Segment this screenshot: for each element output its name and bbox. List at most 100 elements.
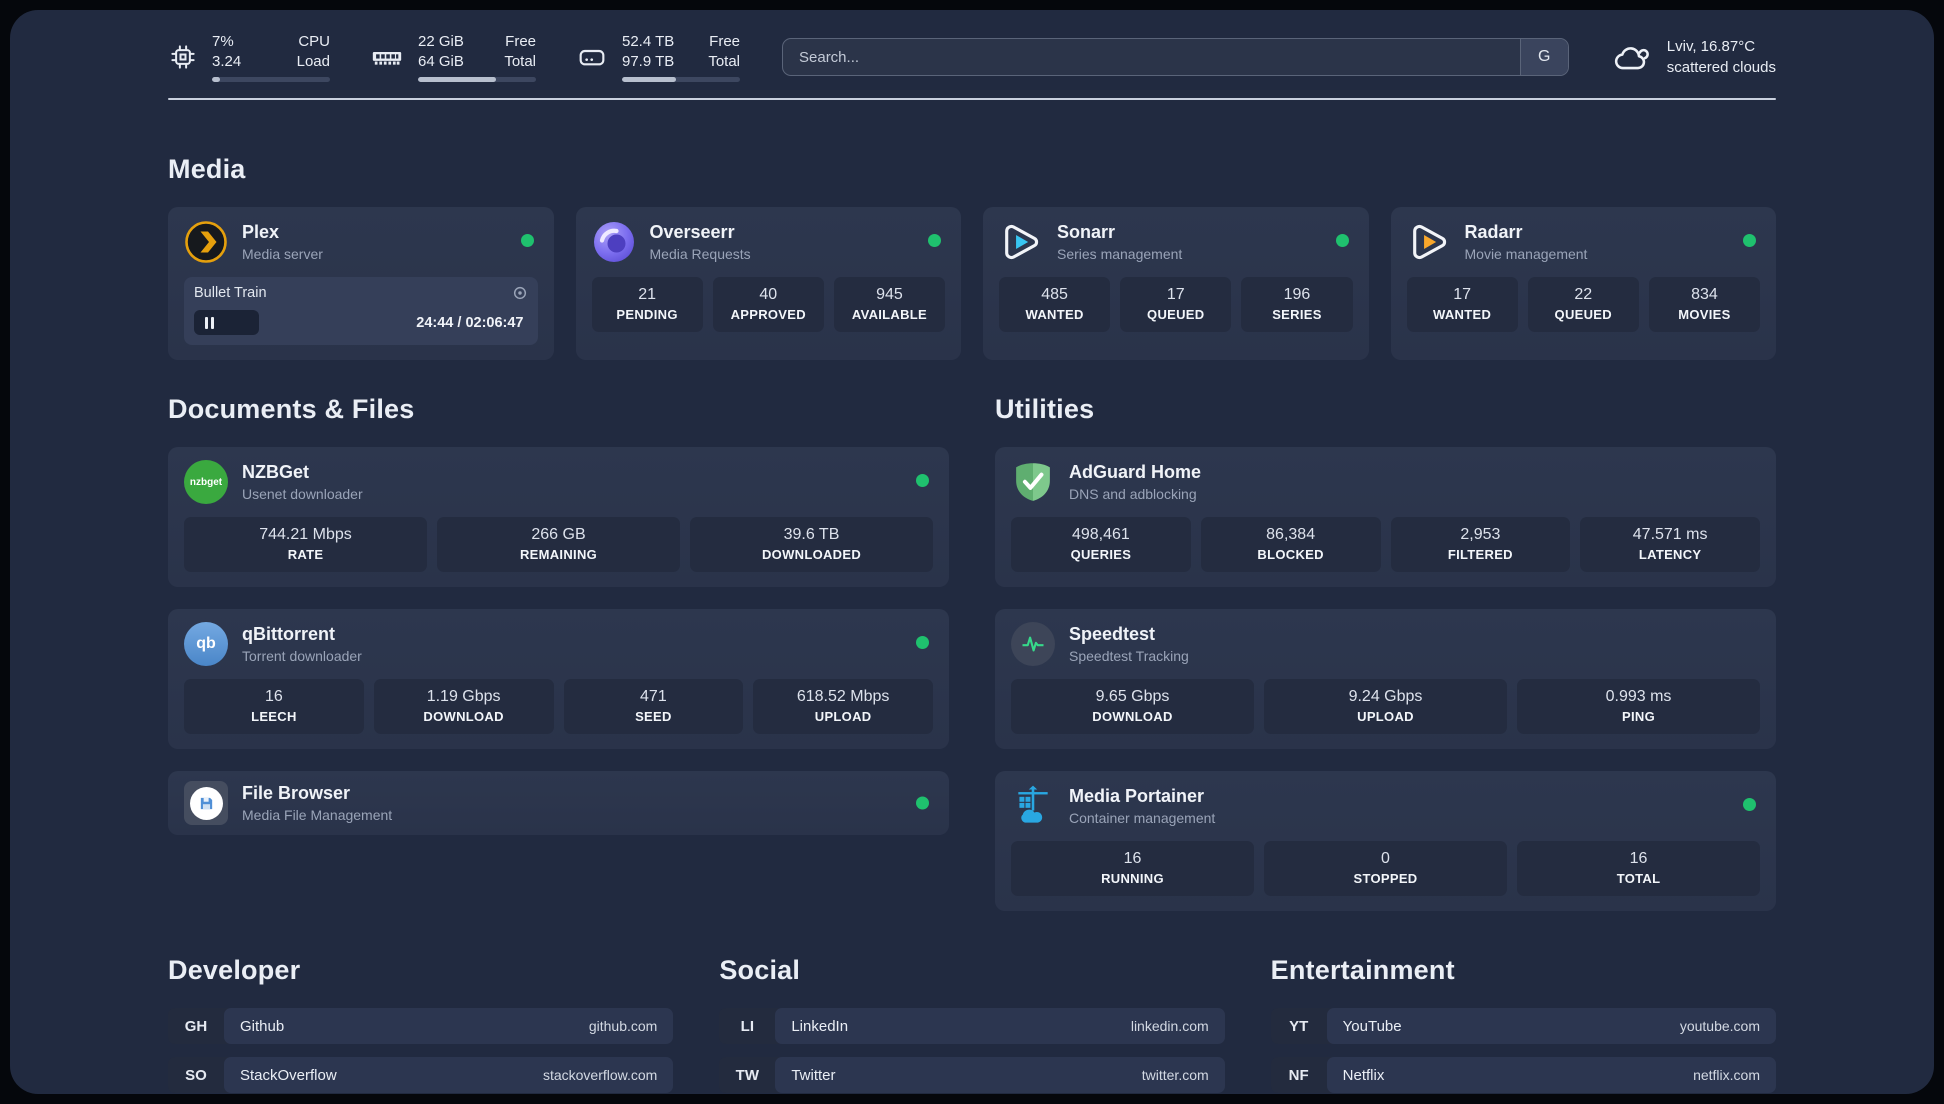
- app-description: Movie management: [1464, 246, 1588, 262]
- stat-value: 40: [759, 286, 778, 303]
- stat-tile-queued: 22 QUEUED: [1527, 277, 1639, 332]
- app-card-adguard-home[interactable]: AdGuard Home DNS and adblocking 498,461 …: [995, 447, 1776, 587]
- stat-value: 0.993 ms: [1605, 688, 1672, 705]
- stat-tile-seed: 471 SEED: [563, 679, 744, 734]
- sysstat-disk: 52.4 TB 97.9 TB Free Total: [576, 32, 740, 82]
- app-card-radarr[interactable]: Radarr Movie management 17 WANTED 22 QUE…: [1390, 207, 1776, 360]
- app-card-sonarr[interactable]: Sonarr Series management 485 WANTED 17 Q…: [983, 207, 1369, 360]
- bookmark-name: LinkedIn: [791, 1017, 849, 1035]
- stat-tile-approved: 40 APPROVED: [712, 277, 824, 332]
- stat-tile-download: 1.19 Gbps DOWNLOAD: [373, 679, 554, 734]
- topbar: 7% 3.24 CPU Load 22 GiB 64 GiB Free Tota…: [168, 10, 1776, 82]
- bookmark-abbr: NF: [1288, 1066, 1309, 1084]
- stat-tile-stopped: 0 STOPPED: [1264, 841, 1507, 896]
- bookmark-group-social: Social LI LinkedIn linkedin.com TW Twitt…: [719, 915, 1225, 1094]
- stat-value: 834: [1691, 286, 1718, 303]
- section-title-social: Social: [719, 955, 801, 985]
- section-title-utilities: Utilities: [995, 394, 1095, 424]
- stat-value: 16: [1123, 850, 1142, 867]
- app-card-plex[interactable]: Plex Media server Bullet Train 24:44 / 0…: [168, 207, 554, 360]
- bookmark-abbr: TW: [735, 1066, 759, 1084]
- usage-bar: [622, 77, 740, 82]
- sysstat-value: 64 GiB: [418, 52, 464, 70]
- app-card-overseerr[interactable]: Overseerr Media Requests 21 PENDING 40 A…: [575, 207, 961, 360]
- bookmark-name: Netflix: [1342, 1066, 1385, 1084]
- search-input[interactable]: [783, 39, 1520, 75]
- usage-bar: [418, 77, 536, 82]
- stat-value: 744.21 Mbps: [259, 526, 352, 543]
- stat-tile-ping: 0.993 ms PING: [1517, 679, 1760, 734]
- bookmark-group-developer: Developer GH Github github.com SO StackO…: [168, 915, 674, 1094]
- app-card-qbittorrent[interactable]: qb qBittorrent Torrent downloader 16 LEE…: [168, 609, 949, 749]
- system-stats: 7% 3.24 CPU Load 22 GiB 64 GiB Free Tota…: [168, 32, 740, 82]
- stat-label: RUNNING: [1101, 871, 1164, 886]
- stat-label: STOPPED: [1353, 871, 1418, 886]
- bookmark-url: netflix.com: [1693, 1067, 1760, 1083]
- stat-value: 945: [876, 286, 903, 303]
- stat-label: DOWNLOAD: [1092, 709, 1173, 724]
- stat-value: 471: [640, 688, 667, 705]
- stat-tile-rate: 744.21 Mbps RATE: [184, 517, 427, 572]
- stat-value: 16: [1629, 850, 1648, 867]
- bookmark-twitter[interactable]: TW Twitter twitter.com: [719, 1057, 1225, 1093]
- dashboard-panel: 7% 3.24 CPU Load 22 GiB 64 GiB Free Tota…: [10, 10, 1934, 1094]
- header-divider: [168, 98, 1776, 100]
- bookmark-url: github.com: [588, 1018, 658, 1034]
- bookmark-abbr: LI: [740, 1017, 754, 1035]
- sysstat-value: 7%: [212, 33, 234, 50]
- bookmark-abbr: GH: [184, 1017, 208, 1035]
- bookmark-github[interactable]: GH Github github.com: [168, 1008, 674, 1044]
- stat-tile-filtered: 2,953 FILTERED: [1390, 517, 1571, 572]
- bookmark-name: YouTube: [1342, 1017, 1402, 1035]
- stat-label: UPLOAD: [814, 709, 872, 724]
- bookmark-youtube[interactable]: YT YouTube youtube.com: [1270, 1008, 1776, 1044]
- playback-time: 24:44 / 02:06:47: [416, 314, 524, 331]
- stat-tile-wanted: 485 WANTED: [999, 277, 1111, 332]
- stat-value: 618.52 Mbps: [796, 688, 890, 705]
- search-engine-button[interactable]: G: [1519, 39, 1568, 75]
- sysstat-value: 22 GiB: [418, 33, 464, 50]
- online-status-dot: [520, 234, 534, 247]
- bookmark-url: youtube.com: [1679, 1018, 1760, 1034]
- app-description: Series management: [1057, 246, 1183, 262]
- plex-icon: [184, 220, 228, 264]
- radarr-icon: [1407, 220, 1451, 264]
- bookmark-stackoverflow[interactable]: SO StackOverflow stackoverflow.com: [168, 1057, 674, 1093]
- sysstat-value: 3.24: [212, 52, 242, 70]
- weather-location-temp: Lviv, 16.87°C: [1666, 38, 1756, 55]
- app-card-nzbget[interactable]: nzbget NZBGet Usenet downloader 744.21 M…: [168, 447, 949, 587]
- bookmark-linkedin[interactable]: LI LinkedIn linkedin.com: [719, 1008, 1225, 1044]
- sonarr-icon: [999, 220, 1043, 264]
- speedtest-icon: [1011, 622, 1055, 666]
- playback-progress-fill: [194, 310, 260, 335]
- app-description: DNS and adblocking: [1069, 486, 1197, 502]
- bookmark-netflix[interactable]: NF Netflix netflix.com: [1270, 1057, 1776, 1093]
- online-status-dot: [928, 234, 941, 247]
- stat-label: FILTERED: [1447, 547, 1513, 562]
- app-card-media-portainer[interactable]: Media Portainer Container management 16 …: [995, 771, 1776, 911]
- stat-tile-queued: 17 QUEUED: [1120, 277, 1232, 332]
- now-playing-title: Bullet Train: [194, 285, 267, 301]
- stat-value: 22: [1574, 286, 1593, 303]
- sysstat-cpu: 7% 3.24 CPU Load: [168, 32, 330, 82]
- app-card-file-browser[interactable]: File Browser Media File Management: [168, 771, 949, 835]
- pause-icon: [205, 316, 214, 329]
- session-icon: [512, 285, 528, 301]
- cpu-icon: [168, 42, 198, 72]
- stat-value: 266 GB: [531, 526, 586, 543]
- stat-label: BLOCKED: [1257, 547, 1324, 562]
- app-card-speedtest[interactable]: Speedtest Speedtest Tracking 9.65 Gbps D…: [995, 609, 1776, 749]
- stat-tile-available: 945 AVAILABLE: [833, 277, 946, 332]
- section-documents-files: Documents & Files nzbget NZBGet Usenet d…: [168, 360, 949, 911]
- section-media: Media Plex Media server Bullet Train 24:…: [168, 154, 1776, 360]
- disk-icon: [576, 41, 608, 73]
- sysstat-label: Load: [296, 52, 330, 70]
- qbittorrent-icon: qb: [184, 622, 228, 666]
- stat-label: SERIES: [1272, 307, 1322, 322]
- weather-widget[interactable]: Lviv, 16.87°C scattered clouds: [1611, 36, 1776, 78]
- playback-progress-bar[interactable]: 24:44 / 02:06:47: [194, 310, 528, 335]
- stat-value: 1.19 Gbps: [426, 688, 501, 705]
- stat-value: 16: [264, 688, 283, 705]
- app-name: Radarr: [1464, 222, 1523, 242]
- online-status-dot: [1335, 234, 1349, 247]
